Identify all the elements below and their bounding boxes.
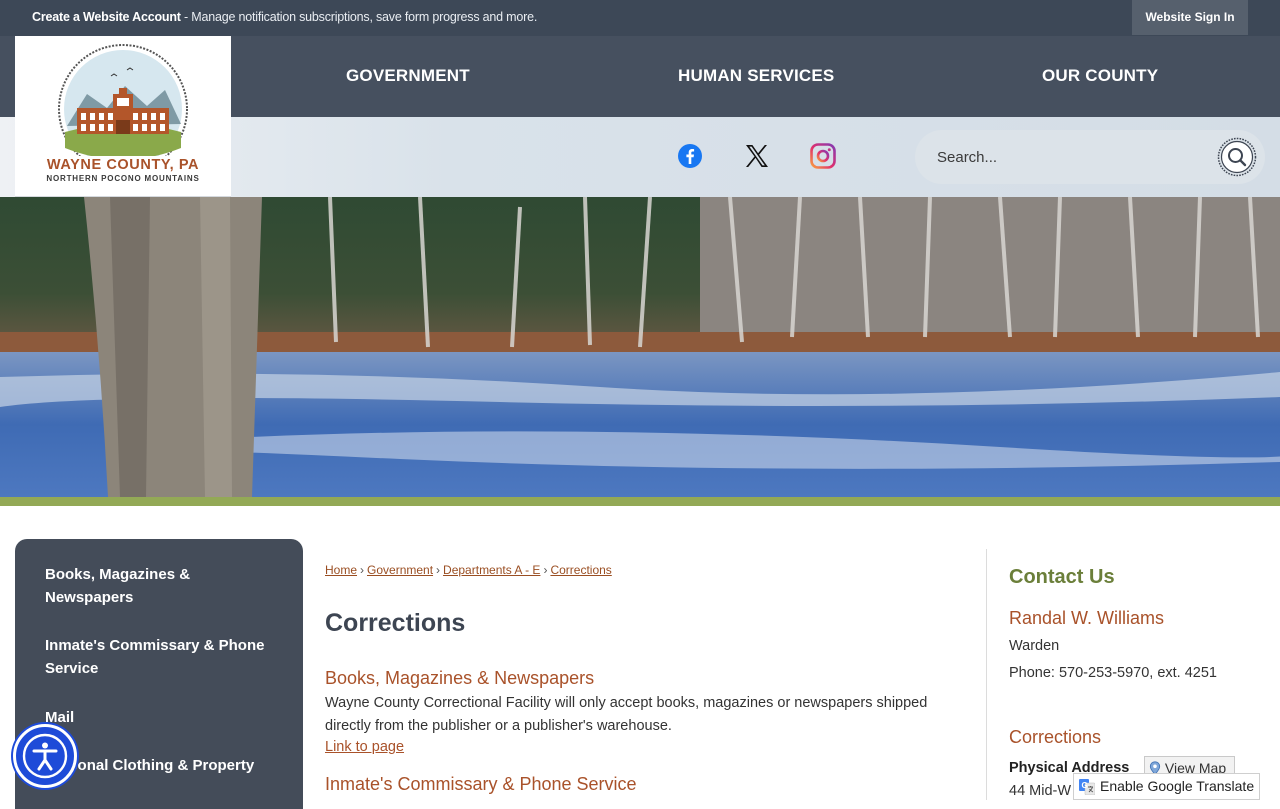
hero-banner-image — [0, 197, 1280, 497]
link-to-page[interactable]: Link to page — [325, 739, 404, 755]
breadcrumb-corrections[interactable]: Corrections — [550, 563, 611, 577]
nav-government[interactable]: GOVERNMENT — [346, 66, 470, 86]
contact-phone: Phone: 570-253-5970, ext. 4251 — [1009, 665, 1217, 681]
google-translate-button[interactable]: G Enable Google Translate — [1073, 773, 1260, 800]
search-container — [915, 130, 1265, 184]
logo-subtitle: NORTHERN POCONO MOUNTAINS — [46, 174, 200, 183]
sidebar-item-mail[interactable]: Mail — [45, 706, 265, 729]
nav-human-services[interactable]: HUMAN SERVICES — [678, 66, 834, 86]
google-translate-label: Enable Google Translate — [1100, 778, 1255, 794]
contact-name[interactable]: Randal W. Williams — [1009, 608, 1164, 629]
courthouse-seal-icon — [58, 44, 188, 156]
section-body-books: Wayne County Correctional Facility will … — [325, 695, 928, 734]
search-button[interactable] — [1217, 137, 1257, 177]
contact-address: 44 Mid-W — [1009, 783, 1072, 799]
sidebar-item-books[interactable]: Books, Magazines & Newspapers — [45, 563, 265, 609]
breadcrumb-departments[interactable]: Departments A - E — [443, 563, 540, 577]
account-message-text: - Manage notification subscriptions, sav… — [180, 10, 538, 24]
accent-divider — [0, 497, 1280, 506]
x-icon[interactable] — [744, 143, 770, 169]
contact-section-title: Corrections — [1009, 727, 1102, 747]
sidebar-item-clothing[interactable]: Personal Clothing & Property — [45, 754, 265, 777]
breadcrumb-separator: › — [436, 563, 441, 577]
nav-our-county[interactable]: OUR COUNTY — [1042, 66, 1158, 86]
facebook-icon[interactable] — [677, 143, 703, 169]
page-title: Corrections — [325, 609, 466, 637]
search-input[interactable] — [937, 145, 1197, 169]
instagram-icon[interactable] — [810, 143, 836, 169]
sidebar-item-commissary[interactable]: Inmate's Commissary & Phone Service — [45, 634, 265, 680]
website-sign-in-button[interactable]: Website Sign In — [1132, 0, 1248, 35]
logo-title: WAYNE COUNTY, PA — [46, 157, 200, 173]
account-message: Create a Website Account - Manage notifi… — [32, 10, 537, 24]
column-divider — [986, 549, 987, 800]
section-title-books[interactable]: Books, Magazines & Newspapers — [325, 668, 594, 689]
breadcrumb-government[interactable]: Government — [367, 563, 433, 577]
breadcrumb-separator: › — [360, 563, 365, 577]
top-bar: Create a Website Account - Manage notifi… — [0, 0, 1280, 36]
svg-text:G: G — [1082, 781, 1088, 790]
county-logo[interactable]: WAYNE COUNTY, PA NORTHERN POCONO MOUNTAI… — [15, 36, 231, 197]
contact-title: Contact Us — [1009, 566, 1115, 588]
breadcrumb-home[interactable]: Home — [325, 563, 357, 577]
section-title-commissary[interactable]: Inmate's Commissary & Phone Service — [325, 774, 637, 795]
google-translate-icon: G — [1079, 779, 1095, 795]
accessibility-button[interactable] — [13, 724, 77, 788]
contact-role: Warden — [1009, 638, 1060, 654]
create-account-link[interactable]: Create a Website Account — [32, 10, 181, 24]
search-icon — [1217, 137, 1257, 177]
breadcrumb-separator: › — [543, 563, 548, 577]
accessibility-icon — [22, 733, 68, 779]
breadcrumb: Home › Government › Departments A - E › Correc… — [325, 563, 612, 577]
